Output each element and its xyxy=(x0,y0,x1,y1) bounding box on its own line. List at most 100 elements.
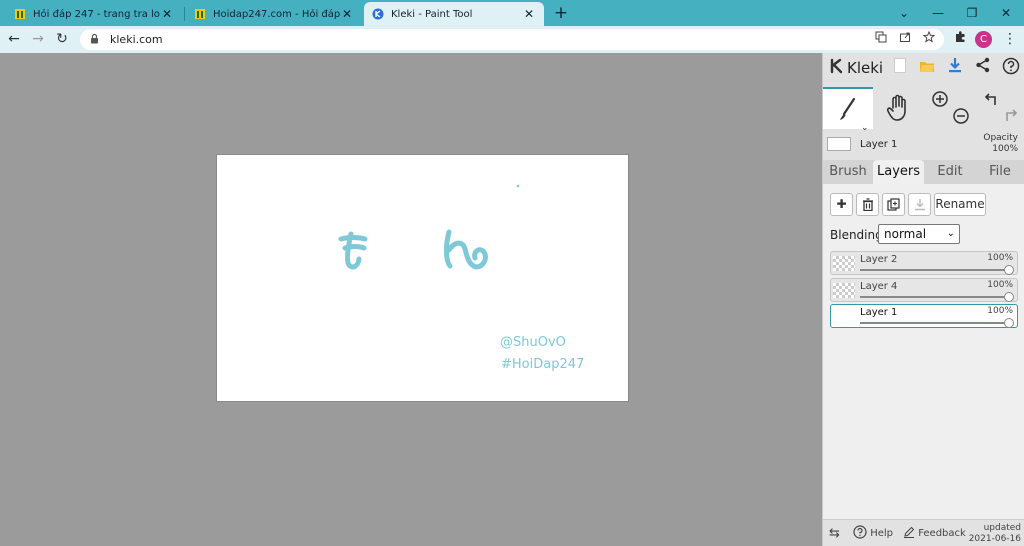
current-layer-name: Layer 1 xyxy=(860,139,898,150)
tab-layers[interactable]: Layers xyxy=(873,160,924,184)
layer-item[interactable]: Layer 2 100% xyxy=(830,251,1018,275)
new-image-icon[interactable] xyxy=(889,57,911,79)
duplicate-layer-button[interactable] xyxy=(882,193,905,216)
tool-row: ⌄ xyxy=(823,87,1024,133)
feedback-button[interactable]: Feedback xyxy=(903,525,966,543)
back-button[interactable]: ← xyxy=(4,29,24,49)
slider-handle[interactable] xyxy=(1004,318,1014,328)
forward-button[interactable]: → xyxy=(28,29,48,49)
kleki-logo-text: Kleki xyxy=(847,59,884,77)
close-window-button[interactable]: ✕ xyxy=(995,2,1017,24)
translate-icon[interactable] xyxy=(872,31,890,48)
browser-tab-hoidap-2[interactable]: Hoidap247.com - Hỏi đáp bài tập ✕ xyxy=(186,2,362,26)
layer-thumbnail xyxy=(827,137,851,151)
delete-layer-button[interactable] xyxy=(856,193,879,216)
stroke-glyph-t xyxy=(338,231,368,270)
canvas-workspace[interactable]: @ShuOvO #HoiDap247 xyxy=(0,53,822,546)
restore-button[interactable]: ❐ xyxy=(961,2,983,24)
redo-button[interactable] xyxy=(1001,103,1021,125)
browser-menu-icon[interactable]: ⋮ xyxy=(1002,29,1018,49)
stroke-dot xyxy=(516,184,520,188)
swap-side-icon[interactable]: ⇆ xyxy=(829,525,840,543)
opacity-readout: Opacity 100% xyxy=(983,133,1018,155)
tab-search-dropdown-icon[interactable]: ⌄ xyxy=(893,2,915,24)
hand-tool[interactable] xyxy=(883,87,913,129)
lock-icon xyxy=(90,33,102,47)
tab-title: Hoidap247.com - Hỏi đáp bài tập xyxy=(213,8,340,20)
layer-name: Layer 4 xyxy=(860,281,898,292)
open-folder-icon[interactable] xyxy=(916,57,938,79)
layer-opacity-slider[interactable] xyxy=(860,296,1008,298)
browser-tab-strip: Hỏi đáp 247 - trang tra loi ✕ Hoidap247.… xyxy=(0,0,1024,26)
kleki-logo-icon xyxy=(829,58,845,78)
undo-button[interactable] xyxy=(981,87,1001,109)
bookmark-star-icon[interactable] xyxy=(920,30,938,48)
tab-file[interactable]: File xyxy=(977,160,1023,184)
layer-thumbnail xyxy=(833,283,855,298)
signature-line-1: @ShuOvO xyxy=(500,335,566,350)
help-circle-icon xyxy=(853,525,867,539)
merge-down-button[interactable] xyxy=(908,193,931,216)
signature-line-2: #HoiDap247 xyxy=(501,357,585,372)
help-button[interactable]: Help xyxy=(853,525,893,543)
feedback-label: Feedback xyxy=(918,528,966,539)
share-icon[interactable] xyxy=(972,57,994,79)
layer-item-selected[interactable]: Layer 1 100% xyxy=(830,304,1018,328)
brush-icon xyxy=(840,97,856,120)
share-page-icon[interactable] xyxy=(896,31,914,48)
merge-down-icon xyxy=(914,199,925,211)
layer-opacity: 100% xyxy=(987,306,1013,316)
extensions-puzzle-icon[interactable] xyxy=(950,29,970,49)
tab-close-icon[interactable]: ✕ xyxy=(340,7,354,21)
address-bar[interactable]: kleki.com xyxy=(80,29,944,50)
zoom-in-button[interactable] xyxy=(929,87,951,129)
zoom-out-button[interactable] xyxy=(950,105,972,127)
opacity-label: Opacity xyxy=(983,133,1018,143)
drawing-canvas[interactable]: @ShuOvO #HoiDap247 xyxy=(216,154,629,402)
minimize-button[interactable]: — xyxy=(927,2,949,24)
hand-icon xyxy=(886,94,906,121)
tab-close-icon[interactable]: ✕ xyxy=(522,7,536,21)
blending-select[interactable]: normal ⌄ xyxy=(878,224,960,244)
hoidap-favicon-icon xyxy=(194,8,206,20)
trash-icon xyxy=(862,198,873,212)
layer-name: Layer 2 xyxy=(860,254,898,265)
help-label: Help xyxy=(870,528,893,539)
layer-opacity: 100% xyxy=(987,280,1013,290)
layer-opacity-slider[interactable] xyxy=(860,269,1008,271)
pencil-icon xyxy=(904,526,915,538)
layer-item[interactable]: Layer 4 100% xyxy=(830,278,1018,302)
browser-tab-hoidap-1[interactable]: Hỏi đáp 247 - trang tra loi ✕ xyxy=(6,2,182,26)
hoidap-favicon-icon xyxy=(14,8,26,20)
layer-thumbnail xyxy=(833,309,855,324)
redo-icon xyxy=(1006,109,1018,121)
add-layer-button[interactable]: ✚ xyxy=(830,193,853,216)
tab-edit[interactable]: Edit xyxy=(927,160,973,184)
opacity-value: 100% xyxy=(992,144,1018,154)
layer-thumbnail xyxy=(833,256,855,271)
chevron-down-icon: ⌄ xyxy=(946,228,955,239)
slider-handle[interactable] xyxy=(1004,265,1014,275)
updated-info: updated 2021-06-16 xyxy=(969,523,1021,545)
tab-close-icon[interactable]: ✕ xyxy=(160,7,174,21)
rename-layer-button[interactable]: Rename xyxy=(934,193,986,216)
profile-avatar[interactable]: C xyxy=(975,31,992,48)
kleki-side-panel: Kleki ⌄ Layer 1 Opacity 100% Brush Layer… xyxy=(822,53,1024,546)
layer-opacity-slider[interactable] xyxy=(860,322,1008,324)
updated-date: 2021-06-16 xyxy=(968,534,1021,544)
url-text: kleki.com xyxy=(110,33,163,46)
download-icon[interactable] xyxy=(944,57,966,79)
zoom-in-icon xyxy=(932,91,948,107)
layers-panel: ✚ Rename Blending normal ⌄ Layer 2 100% … xyxy=(823,184,1024,546)
browser-toolbar: ← → ↻ kleki.com xyxy=(0,26,1024,53)
brush-tool[interactable]: ⌄ xyxy=(823,87,873,133)
new-tab-button[interactable]: + xyxy=(552,2,570,24)
reload-button[interactable]: ↻ xyxy=(52,29,72,49)
slider-handle[interactable] xyxy=(1004,292,1014,302)
tab-separator xyxy=(184,7,185,21)
tab-brush[interactable]: Brush xyxy=(825,160,871,184)
browser-tab-kleki[interactable]: Kleki - Paint Tool ✕ xyxy=(364,2,544,26)
layer-opacity: 100% xyxy=(987,253,1013,263)
stroke-glyph-h xyxy=(444,229,488,270)
help-icon[interactable] xyxy=(1000,57,1022,79)
